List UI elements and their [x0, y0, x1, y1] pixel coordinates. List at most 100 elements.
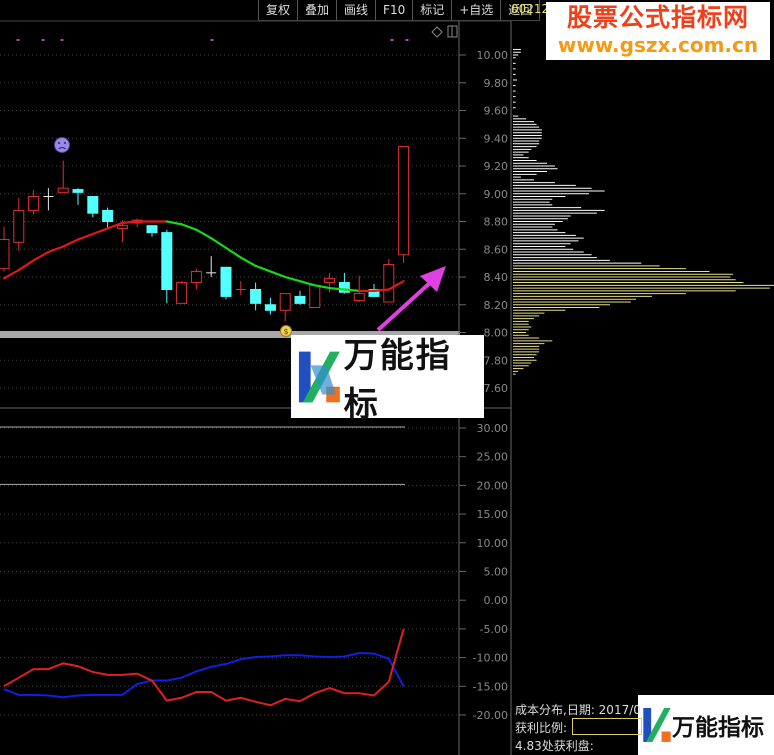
indicator-tick-label: -5.00	[480, 623, 508, 636]
indicator-lines	[3, 628, 405, 707]
profit-ratio-label: 获利比例:	[515, 721, 568, 735]
ma-segment	[180, 223, 198, 231]
ma-segment	[17, 259, 35, 272]
mark-button[interactable]: 标记	[412, 0, 451, 20]
indicator-line-red	[3, 628, 405, 707]
ma-segment	[269, 270, 287, 279]
logo-watermark-corner: 万能指标	[638, 695, 774, 755]
logo-mark-icon	[298, 351, 340, 402]
diamond-icon[interactable]	[431, 26, 443, 38]
indicator-tick-label: 10.00	[477, 537, 509, 550]
ma-segment	[32, 250, 50, 262]
stock-code: 00212	[511, 2, 550, 16]
ma-segment	[343, 288, 361, 292]
logo-text: 万能指标	[343, 335, 452, 425]
signal-marker	[16, 39, 20, 41]
candle-body	[0, 239, 10, 270]
candle-body	[13, 209, 25, 243]
svg-text:$: $	[283, 327, 288, 336]
candle-body	[146, 225, 158, 234]
add-watchlist-button[interactable]: +自选	[451, 0, 500, 20]
ma-segment	[76, 232, 94, 241]
price-tick-label: 7.60	[484, 382, 509, 395]
candle-body	[161, 232, 173, 290]
price-tick-label: 8.80	[484, 216, 509, 229]
signal-marker	[41, 39, 45, 41]
indicator-axis: 30.0025.0020.0015.0010.005.000.00-5.00-1…	[459, 422, 508, 722]
candle-body	[250, 288, 262, 304]
price-tick-label: 9.60	[484, 105, 509, 118]
logo-watermark-center: 万能指标	[291, 335, 484, 425]
price-tick-label: 9.20	[484, 160, 509, 173]
overlay-button[interactable]: 叠加	[297, 0, 336, 20]
top-markers	[16, 39, 409, 41]
site-watermark: 股票公式指标网 www.gszx.com.cn	[546, 2, 770, 60]
indicator-tick-label: 0.00	[484, 594, 509, 607]
indicator-tick-label: -10.00	[473, 652, 508, 665]
ma-segment	[254, 264, 272, 273]
price-tick-label: 9.80	[484, 77, 509, 90]
ma-segment	[165, 220, 183, 226]
site-url: www.gszx.com.cn	[557, 33, 759, 57]
money-bag-icon: $	[280, 325, 292, 337]
ma-segment	[284, 275, 302, 283]
indicator-tick-label: -15.00	[473, 680, 508, 693]
ma-segment	[239, 256, 257, 267]
f10-button[interactable]: F10	[375, 0, 412, 20]
cost-date-label: 成本分布,日期: 2017/0	[515, 703, 641, 717]
indicator-tick-label: -20.00	[473, 709, 508, 722]
ma-segment	[224, 246, 242, 259]
chip-distribution	[513, 48, 774, 375]
logo-text: 万能指标	[672, 715, 764, 741]
candle-body	[220, 266, 232, 297]
candle-body	[28, 196, 40, 211]
signal-marker	[405, 39, 409, 41]
ma-segment	[210, 237, 228, 249]
candle-body	[383, 264, 395, 303]
ma-segment	[62, 238, 80, 248]
site-name: 股票公式指标网	[566, 3, 749, 32]
indicator-tick-label: 25.00	[477, 451, 509, 464]
price-tick-label: 9.40	[484, 132, 509, 145]
candle-body	[116, 225, 128, 229]
candle-body	[72, 189, 84, 193]
ma-segment	[298, 280, 316, 287]
candle-body	[353, 293, 365, 302]
moving-average-line	[2, 220, 405, 292]
price-tick-label: 8.00	[484, 327, 509, 340]
price-tick-label: 8.60	[484, 243, 509, 256]
ma-segment	[328, 287, 346, 291]
draw-line-button[interactable]: 画线	[336, 0, 375, 20]
toolbar: 复权 叠加 画线 F10 标记 +自选 返回	[258, 0, 541, 21]
ma-segment	[372, 288, 390, 292]
indicator-tick-label: 20.00	[477, 479, 509, 492]
ma-segment	[195, 228, 213, 240]
indicator-tick-label: 15.00	[477, 508, 509, 521]
price-tick-label: 8.20	[484, 299, 509, 312]
sad-face-icon	[54, 137, 70, 153]
indicator-tick-label: 5.00	[484, 566, 509, 579]
price-tick-label: 7.80	[484, 354, 509, 367]
profit-ratio-bar	[572, 718, 642, 735]
indicator-line-blue	[3, 652, 405, 699]
candle-body	[398, 146, 410, 256]
panel-toggle-icon[interactable]	[447, 25, 458, 38]
price-tick-label: 8.40	[484, 271, 509, 284]
candle-body	[309, 284, 321, 309]
candle-body	[294, 295, 306, 304]
candle-body	[190, 270, 202, 284]
signal-marker	[210, 39, 214, 41]
candle-body	[279, 293, 291, 311]
profit-at-price-label: 4.83处获利盘:	[515, 739, 594, 753]
ma-segment	[121, 220, 139, 224]
candle-body	[264, 304, 276, 311]
signal-marker	[390, 39, 394, 41]
logo-mark-icon	[643, 708, 671, 742]
price-tick-label: 9.00	[484, 188, 509, 201]
ma-segment	[91, 227, 109, 236]
signal-marker	[60, 39, 64, 41]
candle-body	[324, 277, 336, 284]
price-tick-label: 10.00	[477, 49, 509, 62]
restore-rights-button[interactable]: 复权	[258, 0, 297, 20]
candle-body	[57, 187, 69, 193]
